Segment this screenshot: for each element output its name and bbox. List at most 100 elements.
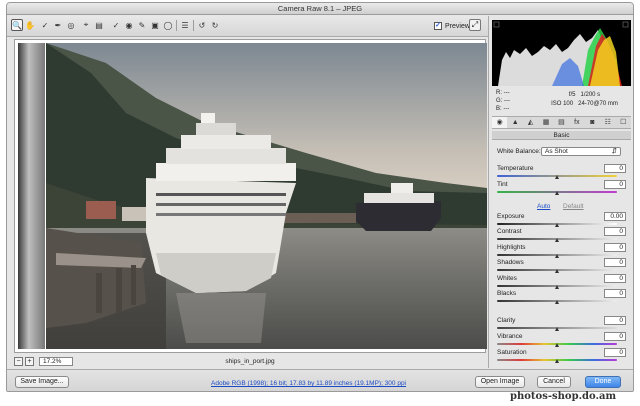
vibrance-value-input[interactable]: 0 bbox=[604, 332, 626, 341]
exposure-label: Exposure bbox=[497, 213, 525, 220]
clarity-label: Clarity bbox=[497, 317, 516, 324]
rotate-ccw-icon[interactable]: ↺ bbox=[196, 19, 208, 31]
straighten-tool-icon[interactable]: ▤ bbox=[93, 19, 105, 31]
radial-filter-tool-icon[interactable]: ◯ bbox=[162, 19, 174, 31]
blacks-label: Blacks bbox=[497, 290, 517, 297]
zoom-in-button[interactable]: + bbox=[25, 356, 34, 366]
auto-link[interactable]: Auto bbox=[537, 203, 550, 210]
contrast-slider-thumb[interactable] bbox=[554, 238, 559, 242]
filename-label: ships_in_port.jpg bbox=[225, 357, 275, 365]
open-image-button[interactable]: Open Image bbox=[475, 376, 525, 388]
white-balance-select[interactable]: As Shot ⇵ bbox=[541, 147, 621, 156]
photo-ships-in-port[interactable] bbox=[46, 43, 487, 349]
shadows-value-input[interactable]: 0 bbox=[604, 258, 626, 267]
default-link[interactable]: Default bbox=[563, 203, 584, 210]
saturation-value-input[interactable]: 0 bbox=[604, 348, 626, 357]
vibrance-label: Vibrance bbox=[497, 333, 523, 340]
blacks-value-input[interactable]: 0 bbox=[604, 289, 626, 298]
panel-tabs: ◉ ▲ ◭ ▦ ▤ fx ◙ ☷ ☐ bbox=[492, 116, 631, 129]
workflow-options-link[interactable]: Adobe RGB (1998); 16 bit; 17.83 by 11.89… bbox=[211, 380, 406, 387]
temperature-slider-thumb[interactable] bbox=[554, 175, 559, 179]
fullscreen-button[interactable]: ⤢ bbox=[469, 19, 481, 31]
preferences-icon[interactable]: ☰ bbox=[179, 19, 191, 31]
tint-value-input[interactable]: 0 bbox=[604, 180, 626, 189]
exposure-value-input[interactable]: 0.00 bbox=[604, 212, 626, 221]
camera-raw-window: Camera Raw 8.1 – JPEG 🔍 ✋ ✓ ✒ ◎ ⌖ ▤ ✓ ◉ … bbox=[6, 2, 634, 392]
pixel-readout: R: --- G: --- B: --- f/5 1/200 s ISO 100… bbox=[492, 89, 631, 113]
saturation-slider-thumb[interactable] bbox=[554, 359, 559, 363]
right-panel: R: --- G: --- B: --- f/5 1/200 s ISO 100… bbox=[488, 16, 633, 368]
tab-detail[interactable]: ◭ bbox=[523, 117, 538, 128]
rotate-cw-icon[interactable]: ↻ bbox=[209, 19, 221, 31]
g-label: G: bbox=[496, 98, 503, 104]
tab-split-toning[interactable]: ▤ bbox=[554, 117, 569, 128]
histogram bbox=[492, 20, 631, 86]
panel-section-title: Basic bbox=[492, 131, 631, 140]
temperature-value-input[interactable]: 0 bbox=[604, 164, 626, 173]
crop-tool-icon[interactable]: ⌖ bbox=[80, 19, 92, 31]
toolbar-divider bbox=[193, 20, 194, 31]
zoom-out-button[interactable]: − bbox=[14, 356, 23, 366]
bottom-bar: Save Image... Adobe RGB (1998); 16 bit; … bbox=[7, 369, 633, 391]
exif-info: f/5 1/200 s ISO 100 24-70@70 mm bbox=[542, 91, 627, 109]
preview-toggle[interactable]: ✓ Preview bbox=[434, 20, 470, 32]
watermark-text: photos-shop.do.am bbox=[510, 391, 617, 402]
image-preview-area[interactable] bbox=[14, 39, 487, 353]
shadow-clipping-icon[interactable] bbox=[493, 21, 500, 28]
target-adjustment-tool-icon[interactable]: ◎ bbox=[65, 19, 77, 31]
blacks-slider-thumb[interactable] bbox=[554, 300, 559, 304]
zoom-level-select[interactable]: 17.2% bbox=[39, 356, 73, 366]
shadows-label: Shadows bbox=[497, 259, 524, 266]
aperture: f/5 bbox=[568, 92, 576, 98]
window-title: Camera Raw 8.1 – JPEG bbox=[7, 3, 633, 15]
exposure-slider-thumb[interactable] bbox=[554, 223, 559, 227]
chevron-updown-icon: ⇵ bbox=[611, 148, 617, 155]
r-value: --- bbox=[503, 90, 510, 96]
lens: 24-70@70 mm bbox=[578, 101, 618, 107]
tab-effects[interactable]: fx bbox=[569, 117, 584, 128]
color-sampler-tool-icon[interactable]: ✒ bbox=[52, 19, 64, 31]
image-edge bbox=[18, 43, 45, 349]
clarity-value-input[interactable]: 0 bbox=[604, 316, 626, 325]
tint-slider-thumb[interactable] bbox=[554, 191, 559, 195]
save-image-button[interactable]: Save Image... bbox=[15, 376, 69, 388]
whites-slider-thumb[interactable] bbox=[554, 285, 559, 289]
tab-hsl[interactable]: ▦ bbox=[538, 117, 553, 128]
temperature-label: Temperature bbox=[497, 165, 534, 172]
clarity-slider-thumb[interactable] bbox=[554, 327, 559, 331]
zoom-tool-icon[interactable]: 🔍 bbox=[11, 19, 23, 31]
contrast-label: Contrast bbox=[497, 228, 522, 235]
tab-snapshots[interactable]: ☐ bbox=[616, 117, 631, 128]
graduated-filter-tool-icon[interactable]: ▣ bbox=[149, 19, 161, 31]
vibrance-slider-thumb[interactable] bbox=[554, 343, 559, 347]
iso: ISO 100 bbox=[551, 101, 574, 107]
white-balance-tool-icon[interactable]: ✓ bbox=[39, 19, 51, 31]
g-value: --- bbox=[504, 98, 511, 104]
tab-camera-calibration[interactable]: ◙ bbox=[585, 117, 600, 128]
highlights-slider-thumb[interactable] bbox=[554, 254, 559, 258]
tab-tone-curve[interactable]: ▲ bbox=[507, 117, 522, 128]
b-value: --- bbox=[503, 106, 510, 112]
contrast-value-input[interactable]: 0 bbox=[604, 227, 626, 236]
shadows-slider-thumb[interactable] bbox=[554, 269, 559, 273]
preview-label: Preview bbox=[445, 22, 470, 30]
whites-label: Whites bbox=[497, 275, 517, 282]
red-eye-tool-icon[interactable]: ◉ bbox=[123, 19, 135, 31]
hand-tool-icon[interactable]: ✋ bbox=[24, 19, 36, 31]
toolbar-divider bbox=[176, 20, 177, 31]
tab-basic[interactable]: ◉ bbox=[492, 117, 508, 128]
done-button[interactable]: Done bbox=[585, 376, 621, 388]
shutter-speed: 1/200 s bbox=[580, 92, 601, 98]
white-balance-value: As Shot bbox=[545, 148, 568, 155]
b-label: B: bbox=[496, 106, 502, 112]
whites-value-input[interactable]: 0 bbox=[604, 274, 626, 283]
cancel-button[interactable]: Cancel bbox=[537, 376, 571, 388]
highlights-value-input[interactable]: 0 bbox=[604, 243, 626, 252]
tab-presets[interactable]: ☷ bbox=[600, 117, 615, 128]
preview-checkbox[interactable]: ✓ bbox=[434, 22, 442, 30]
adjustment-brush-tool-icon[interactable]: ✎ bbox=[136, 19, 148, 31]
white-balance-label: White Balance: bbox=[497, 148, 541, 155]
tint-label: Tint bbox=[497, 181, 508, 188]
highlight-clipping-icon[interactable] bbox=[622, 21, 629, 28]
spot-removal-tool-icon[interactable]: ✓ bbox=[110, 19, 122, 31]
